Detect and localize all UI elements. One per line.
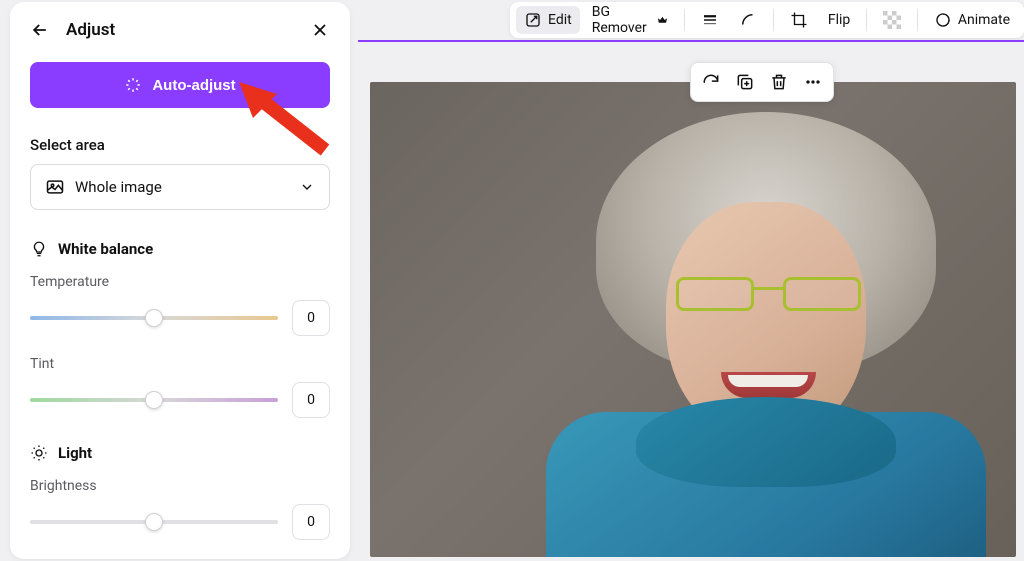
- copy-icon: [735, 72, 755, 92]
- element-toolbar: [690, 62, 834, 102]
- white-balance-header: White balance: [30, 240, 330, 258]
- brightness-value[interactable]: 0: [292, 504, 330, 540]
- bulb-icon: [30, 240, 48, 258]
- separator: [773, 9, 774, 31]
- trash-icon: [769, 72, 789, 92]
- crown-icon: [657, 13, 668, 27]
- separator: [684, 9, 685, 31]
- animate-button[interactable]: Animate: [926, 6, 1018, 34]
- chevron-down-icon: [299, 179, 315, 195]
- sync-button[interactable]: [699, 70, 723, 94]
- auto-adjust-label: Auto-adjust: [152, 77, 235, 94]
- sparkle-icon: [124, 76, 142, 94]
- select-area-dropdown[interactable]: Whole image: [30, 164, 330, 210]
- panel-title: Adjust: [66, 20, 294, 40]
- separator: [866, 9, 867, 31]
- edit-button[interactable]: Edit: [516, 6, 580, 34]
- tint-label: Tint: [30, 356, 330, 372]
- light-header: Light: [30, 444, 330, 462]
- adjust-panel: Adjust Auto-adjust Select area Whole ima…: [10, 2, 350, 559]
- close-icon[interactable]: [310, 20, 330, 40]
- lines-icon: [701, 11, 719, 29]
- corner-button[interactable]: [731, 6, 765, 34]
- back-arrow-icon[interactable]: [30, 20, 50, 40]
- panel-header: Adjust: [30, 20, 330, 40]
- weight-button[interactable]: [693, 6, 727, 34]
- animate-icon: [934, 11, 952, 29]
- transparency-button[interactable]: [875, 6, 909, 34]
- tint-slider[interactable]: [30, 398, 278, 402]
- more-button[interactable]: [801, 70, 825, 94]
- tint-value[interactable]: 0: [292, 382, 330, 418]
- temperature-slider[interactable]: [30, 316, 278, 320]
- slider-thumb[interactable]: [145, 391, 163, 409]
- separator: [917, 9, 918, 31]
- checker-icon: [883, 11, 901, 29]
- temperature-value[interactable]: 0: [292, 300, 330, 336]
- canvas-image[interactable]: [370, 82, 1016, 557]
- bg-remover-button[interactable]: BG Remover: [584, 0, 677, 41]
- crop-button[interactable]: [782, 6, 816, 34]
- portrait-placeholder: [576, 112, 956, 552]
- select-area-label: Select area: [30, 136, 330, 154]
- tint-group: Tint 0: [30, 356, 330, 418]
- temperature-label: Temperature: [30, 274, 330, 290]
- delete-button[interactable]: [767, 70, 791, 94]
- brightness-group: Brightness 0: [30, 478, 330, 540]
- flip-button[interactable]: Flip: [820, 7, 858, 33]
- slider-thumb[interactable]: [145, 309, 163, 327]
- refresh-icon: [701, 72, 721, 92]
- crop-icon: [790, 11, 808, 29]
- sun-icon: [30, 444, 48, 462]
- selection-indicator: [358, 40, 1024, 42]
- temperature-group: Temperature 0: [30, 274, 330, 336]
- brightness-label: Brightness: [30, 478, 330, 494]
- light-title: Light: [58, 444, 92, 462]
- edit-icon: [524, 11, 542, 29]
- top-toolbar: Edit BG Remover Flip Animate: [510, 2, 1024, 38]
- dots-icon: [803, 72, 823, 92]
- image-icon: [45, 177, 65, 197]
- corner-icon: [739, 11, 757, 29]
- duplicate-button[interactable]: [733, 70, 757, 94]
- auto-adjust-button[interactable]: Auto-adjust: [30, 62, 330, 108]
- brightness-slider[interactable]: [30, 520, 278, 524]
- select-value: Whole image: [75, 178, 289, 196]
- slider-thumb[interactable]: [145, 513, 163, 531]
- white-balance-title: White balance: [58, 240, 153, 258]
